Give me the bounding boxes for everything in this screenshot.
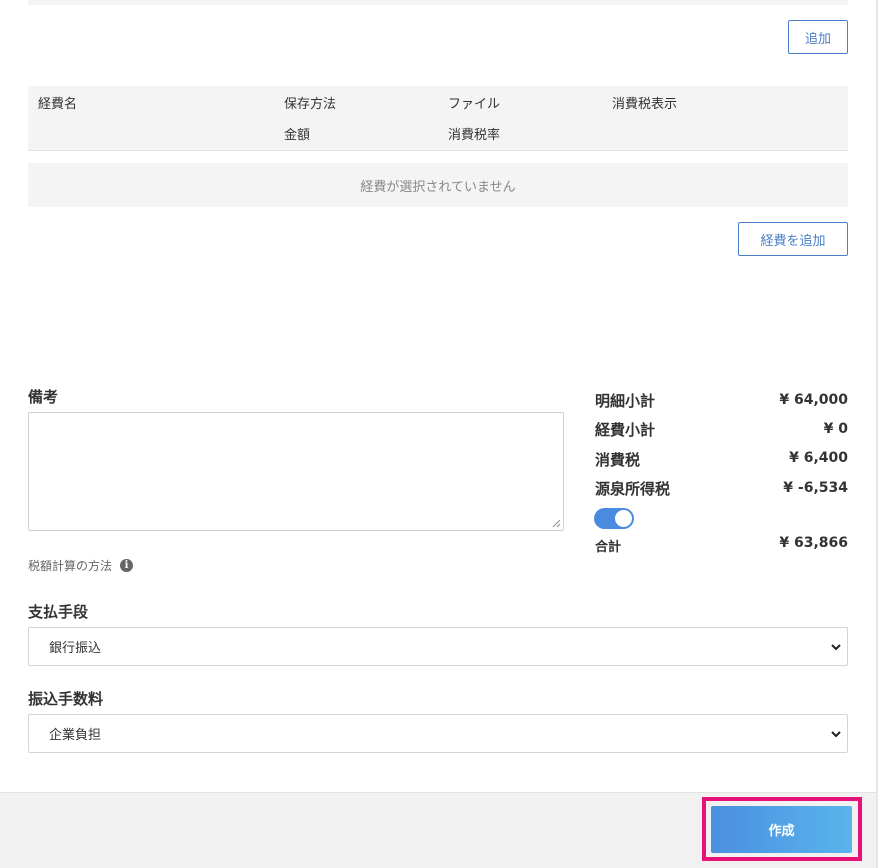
payment-method-label: 支払手段 (28, 603, 89, 621)
header-expense-name: 経費名 (38, 97, 78, 112)
summary-total-label: 合計 (595, 540, 622, 555)
summary-consumption-tax-value: ¥ 6,400 (789, 450, 848, 466)
info-icon[interactable]: i (120, 559, 134, 572)
previous-section-strip (28, 0, 848, 5)
withholding-toggle[interactable] (594, 508, 634, 529)
chevron-down-icon (831, 731, 841, 738)
header-storage-method: 保存方法 (284, 97, 337, 112)
header-amount: 金額 (284, 128, 311, 143)
payment-method-select[interactable]: 銀行振込 (28, 627, 848, 666)
tax-calc-label: 税額計算の方法 (28, 559, 113, 573)
chevron-down-icon (831, 644, 841, 651)
summary-detail-subtotal-label: 明細小計 (595, 392, 656, 410)
transfer-fee-select[interactable]: 企業負担 (28, 714, 848, 753)
summary-expense-subtotal-value: ¥ 0 (823, 421, 848, 437)
summary-total-value: ¥ 63,866 (779, 535, 848, 551)
summary-consumption-tax-label: 消費税 (595, 451, 641, 469)
add-button[interactable]: 追加 (788, 20, 848, 54)
invoice-form-page: 追加 経費名 保存方法 ファイル 消費税表示 金額 消費税率 経費が選択されてい… (0, 0, 878, 868)
expense-empty-message: 経費が選択されていません (28, 163, 848, 207)
summary-detail-subtotal-value: ¥ 64,000 (779, 392, 848, 408)
toggle-knob (615, 510, 632, 527)
add-expense-button[interactable]: 経費を追加 (738, 222, 848, 256)
header-file: ファイル (448, 97, 501, 112)
header-tax-display: 消費税表示 (612, 97, 678, 112)
notes-textarea[interactable] (28, 412, 564, 531)
tax-calc-method: 税額計算の方法 i (28, 557, 134, 574)
expense-table-header: 経費名 保存方法 ファイル 消費税表示 金額 消費税率 (28, 86, 848, 151)
resize-grip-icon[interactable] (551, 518, 561, 528)
create-button[interactable]: 作成 (711, 806, 852, 853)
transfer-fee-label: 振込手数料 (28, 690, 104, 708)
header-tax-rate: 消費税率 (448, 128, 501, 143)
payment-method-value: 銀行振込 (49, 641, 102, 656)
summary-expense-subtotal-label: 経費小計 (595, 421, 656, 439)
transfer-fee-value: 企業負担 (49, 728, 102, 743)
summary-withholding-tax-value: ¥ -6,534 (783, 480, 848, 496)
summary-withholding-tax-label: 源泉所得税 (595, 480, 671, 498)
notes-label: 備考 (28, 388, 59, 406)
